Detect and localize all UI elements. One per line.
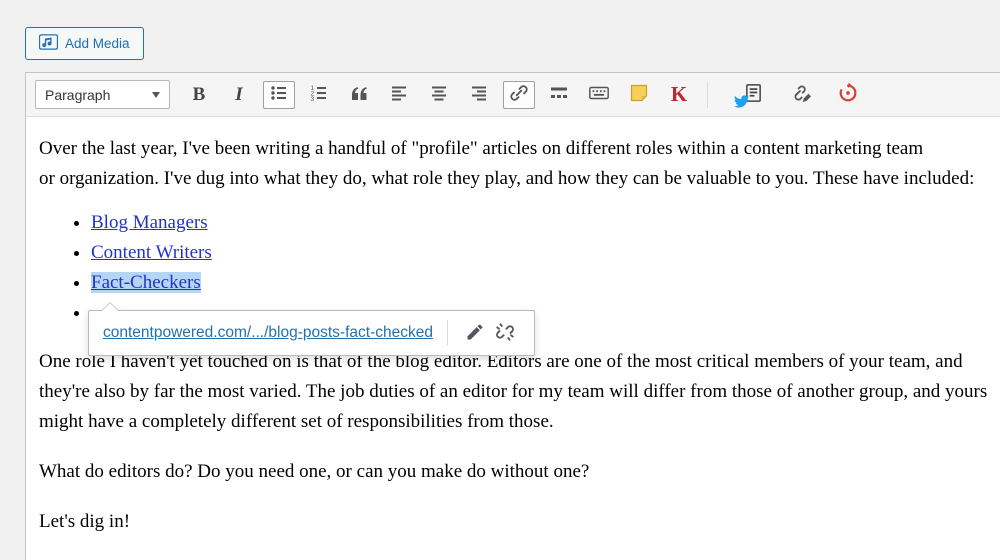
- remove-link-button[interactable]: [490, 318, 520, 348]
- blockquote-icon: [349, 83, 369, 106]
- paragraph-line: might have a completely different set of…: [39, 407, 1000, 437]
- editor-toolbar: Paragraph B I 1 2 3: [26, 73, 1000, 117]
- history-icon: [837, 82, 859, 107]
- twitter-embed-button[interactable]: [734, 81, 766, 109]
- link-preview-url[interactable]: contentpowered.com/.../blog-posts-fact-c…: [103, 324, 433, 342]
- numbered-list-button[interactable]: 1 2 3: [303, 81, 335, 109]
- fact-checkers-link[interactable]: Fact-Checkers: [91, 272, 201, 293]
- k-icon: K: [671, 82, 687, 107]
- twitter-embed-icon: [737, 83, 763, 107]
- tooltip-divider: [447, 320, 448, 346]
- toolbar-toggle-button[interactable]: [583, 81, 615, 109]
- sticky-note-icon: [629, 83, 649, 106]
- paragraph: Over the last year, I've been writing a …: [39, 134, 1000, 194]
- read-more-button[interactable]: [543, 81, 575, 109]
- link-icon: [508, 82, 530, 107]
- content-writers-link[interactable]: Content Writers: [91, 242, 212, 263]
- add-media-label: Add Media: [65, 36, 130, 51]
- edit-link-button[interactable]: [460, 318, 490, 348]
- list-item: Blog Managers: [91, 208, 1000, 238]
- chevron-down-icon: [152, 92, 160, 98]
- pencil-icon: [465, 322, 485, 345]
- numbered-list-icon: 1 2 3: [309, 83, 329, 106]
- media-icon: [39, 34, 58, 53]
- paragraph: Let's dig in!: [39, 507, 1000, 537]
- read-more-icon: [549, 83, 569, 106]
- k-button[interactable]: K: [663, 81, 695, 109]
- link-button[interactable]: [503, 81, 535, 109]
- paragraph-line: Over the last year, I've been writing a …: [39, 134, 1000, 164]
- italic-button[interactable]: I: [223, 81, 255, 109]
- sticky-note-button[interactable]: [623, 81, 655, 109]
- paragraph-line: or organization. I've dug into what they…: [39, 164, 1000, 194]
- bulleted-list-icon: [269, 83, 289, 106]
- link-pencil-icon: [788, 82, 812, 107]
- paragraph-style-select[interactable]: Paragraph: [35, 80, 170, 109]
- paragraph: One role I haven't yet touched on is tha…: [39, 347, 1000, 437]
- align-center-icon: [429, 83, 449, 106]
- revision-history-button[interactable]: [832, 81, 864, 109]
- list-item: Content Writers: [91, 238, 1000, 268]
- list-item: Fact-Checkers: [91, 268, 1000, 298]
- paragraph-line: they're also by far the most varied. The…: [39, 377, 1000, 407]
- link-preview-tooltip: contentpowered.com/.../blog-posts-fact-c…: [88, 310, 535, 356]
- unlink-icon: [494, 321, 516, 346]
- bold-icon: B: [193, 84, 206, 106]
- paragraph-line: Let's dig in!: [39, 507, 1000, 537]
- align-left-button[interactable]: [383, 81, 415, 109]
- paragraph: What do editors do? Do you need one, or …: [39, 457, 1000, 487]
- add-media-button[interactable]: Add Media: [25, 27, 144, 60]
- format-select-value: Paragraph: [45, 87, 110, 103]
- keyboard-icon: [588, 82, 610, 107]
- align-right-button[interactable]: [463, 81, 495, 109]
- bold-button[interactable]: B: [183, 81, 215, 109]
- paragraph-line: What do editors do? Do you need one, or …: [39, 457, 1000, 487]
- svg-text:3: 3: [311, 96, 315, 103]
- bulleted-list-button[interactable]: [263, 81, 295, 109]
- toolbar-separator: [707, 82, 708, 108]
- italic-icon: I: [235, 84, 242, 106]
- blog-managers-link[interactable]: Blog Managers: [91, 212, 208, 233]
- align-right-icon: [469, 83, 489, 106]
- align-left-icon: [389, 83, 409, 106]
- edit-link-plugin-button[interactable]: [784, 81, 816, 109]
- align-center-button[interactable]: [423, 81, 455, 109]
- blockquote-button[interactable]: [343, 81, 375, 109]
